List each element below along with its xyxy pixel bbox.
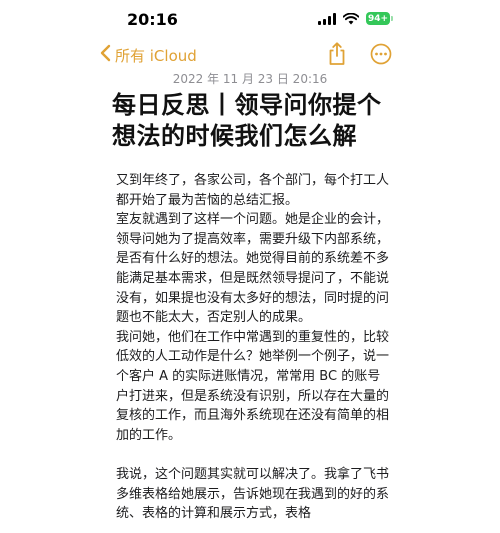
share-icon bbox=[327, 42, 347, 70]
note-paragraph: 我问她，他们在工作中常遇到的重复性的，比较低效的人工动作是什么？她举例一个例子，… bbox=[116, 329, 390, 443]
back-label: 所有 iCloud bbox=[115, 46, 197, 65]
cellular-signal-icon bbox=[318, 12, 336, 25]
note-body[interactable]: 又到年终了，各家公司，各个部门，每个打工人都开始了最为苦恼的总结汇报。 室友就遇… bbox=[116, 171, 390, 524]
battery-icon: 94+ bbox=[366, 12, 393, 25]
note-paragraph: 室友就遇到了这样一个问题。她是企业的会计，领导问她为了提高效率，需要升级下内部系… bbox=[116, 212, 390, 326]
more-icon bbox=[370, 43, 392, 69]
wifi-icon bbox=[343, 12, 359, 25]
back-button[interactable]: 所有 iCloud bbox=[100, 44, 197, 66]
note-paragraph: 我说，这个问题其实就可以解决了。我拿了飞书多维表格给她展示，告诉她现在我遇到的好… bbox=[116, 466, 390, 522]
status-time: 20:16 bbox=[127, 10, 178, 29]
nav-bar: 所有 iCloud bbox=[0, 38, 500, 70]
share-button[interactable] bbox=[327, 42, 347, 70]
note-paragraph: 又到年终了，各家公司，各个部门，每个打工人都开始了最为苦恼的总结汇报。 bbox=[116, 173, 390, 208]
more-button[interactable] bbox=[370, 43, 392, 69]
status-icons: 94+ bbox=[318, 12, 393, 25]
note-date: 2022 年 11 月 23 日 20:16 bbox=[172, 72, 328, 86]
note-title[interactable]: 每日反思丨领导问你提个想法的时候我们怎么解 bbox=[112, 90, 402, 152]
status-bar: 20:16 94+ bbox=[0, 0, 500, 40]
chevron-left-icon bbox=[100, 44, 111, 66]
